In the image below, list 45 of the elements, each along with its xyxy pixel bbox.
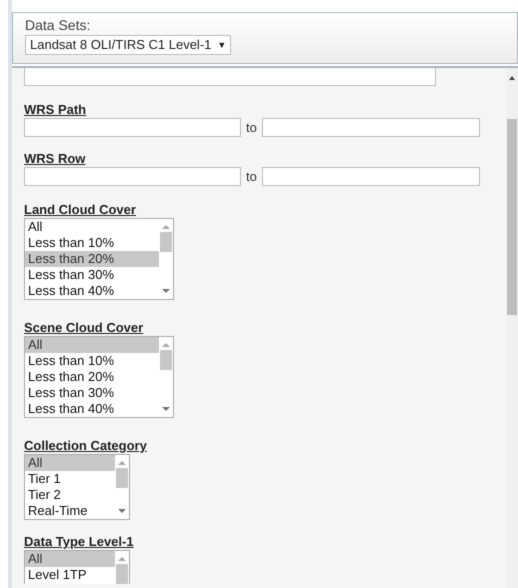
list-option[interactable]: Tier 1 bbox=[25, 471, 115, 487]
list-option[interactable]: Less than 40% bbox=[25, 283, 159, 299]
list-option[interactable]: Less than 10% bbox=[25, 353, 159, 369]
text-field[interactable] bbox=[24, 68, 436, 86]
scroll-down-icon[interactable] bbox=[162, 288, 170, 294]
range-to-field[interactable] bbox=[262, 118, 480, 138]
list-option[interactable]: All bbox=[25, 551, 115, 567]
scroll-thumb[interactable] bbox=[116, 564, 128, 584]
scroll-down-icon[interactable] bbox=[118, 508, 126, 514]
range-separator: to bbox=[246, 119, 257, 137]
range-separator: to bbox=[246, 168, 257, 186]
panel-scrollbar[interactable] bbox=[506, 68, 518, 588]
list-option[interactable]: Less than 20% bbox=[25, 369, 159, 385]
field-label: Collection Category bbox=[24, 438, 148, 454]
list-box[interactable]: All Level 1TP bbox=[24, 550, 130, 584]
list-option[interactable]: Less than 30% bbox=[25, 385, 159, 401]
range-to-field[interactable] bbox=[262, 166, 480, 186]
list-option[interactable]: Real-Time bbox=[25, 503, 115, 519]
list-option[interactable]: Less than 20% bbox=[25, 251, 159, 267]
range-from-field[interactable] bbox=[24, 166, 241, 186]
scroll-down-icon[interactable] bbox=[162, 406, 170, 412]
data-sets-dropdown[interactable]: Landsat 8 OLI/TIRS C1 Level-1 ▼ bbox=[25, 35, 232, 55]
list-option[interactable]: All bbox=[25, 455, 115, 471]
list-box[interactable]: All Less than 10% Less than 20% Less than 30% Less than 40% bbox=[24, 218, 174, 300]
data-sets-label: Data Sets: bbox=[25, 17, 92, 33]
list-option[interactable]: Less than 30% bbox=[25, 267, 159, 283]
field-label: Land Cloud Cover bbox=[24, 202, 137, 218]
field-label: Scene Cloud Cover bbox=[24, 320, 144, 336]
scroll-thumb[interactable] bbox=[160, 350, 172, 370]
scroll-up-icon[interactable] bbox=[509, 76, 515, 81]
list-option[interactable]: Level 1TP bbox=[25, 567, 115, 583]
list-option[interactable]: All bbox=[25, 219, 159, 235]
list-option[interactable]: Less than 10% bbox=[25, 235, 159, 251]
list-option[interactable]: Less than 40% bbox=[25, 401, 159, 417]
list-box[interactable]: All Tier 1 Tier 2 Real-Time bbox=[24, 454, 130, 520]
scroll-thumb[interactable] bbox=[116, 468, 128, 488]
field-label: WRS Row bbox=[24, 150, 86, 166]
scroll-thumb[interactable] bbox=[507, 119, 517, 315]
field-label: Data Type Level-1 bbox=[24, 534, 135, 550]
list-option[interactable]: Tier 2 bbox=[25, 487, 115, 503]
scroll-thumb[interactable] bbox=[160, 232, 172, 252]
list-box[interactable]: All Less than 10% Less than 20% Less than 30% Less than 40% bbox=[24, 336, 174, 418]
field-label: WRS Path bbox=[24, 102, 88, 118]
range-from-field[interactable] bbox=[24, 118, 241, 138]
list-option[interactable]: All bbox=[25, 337, 159, 353]
